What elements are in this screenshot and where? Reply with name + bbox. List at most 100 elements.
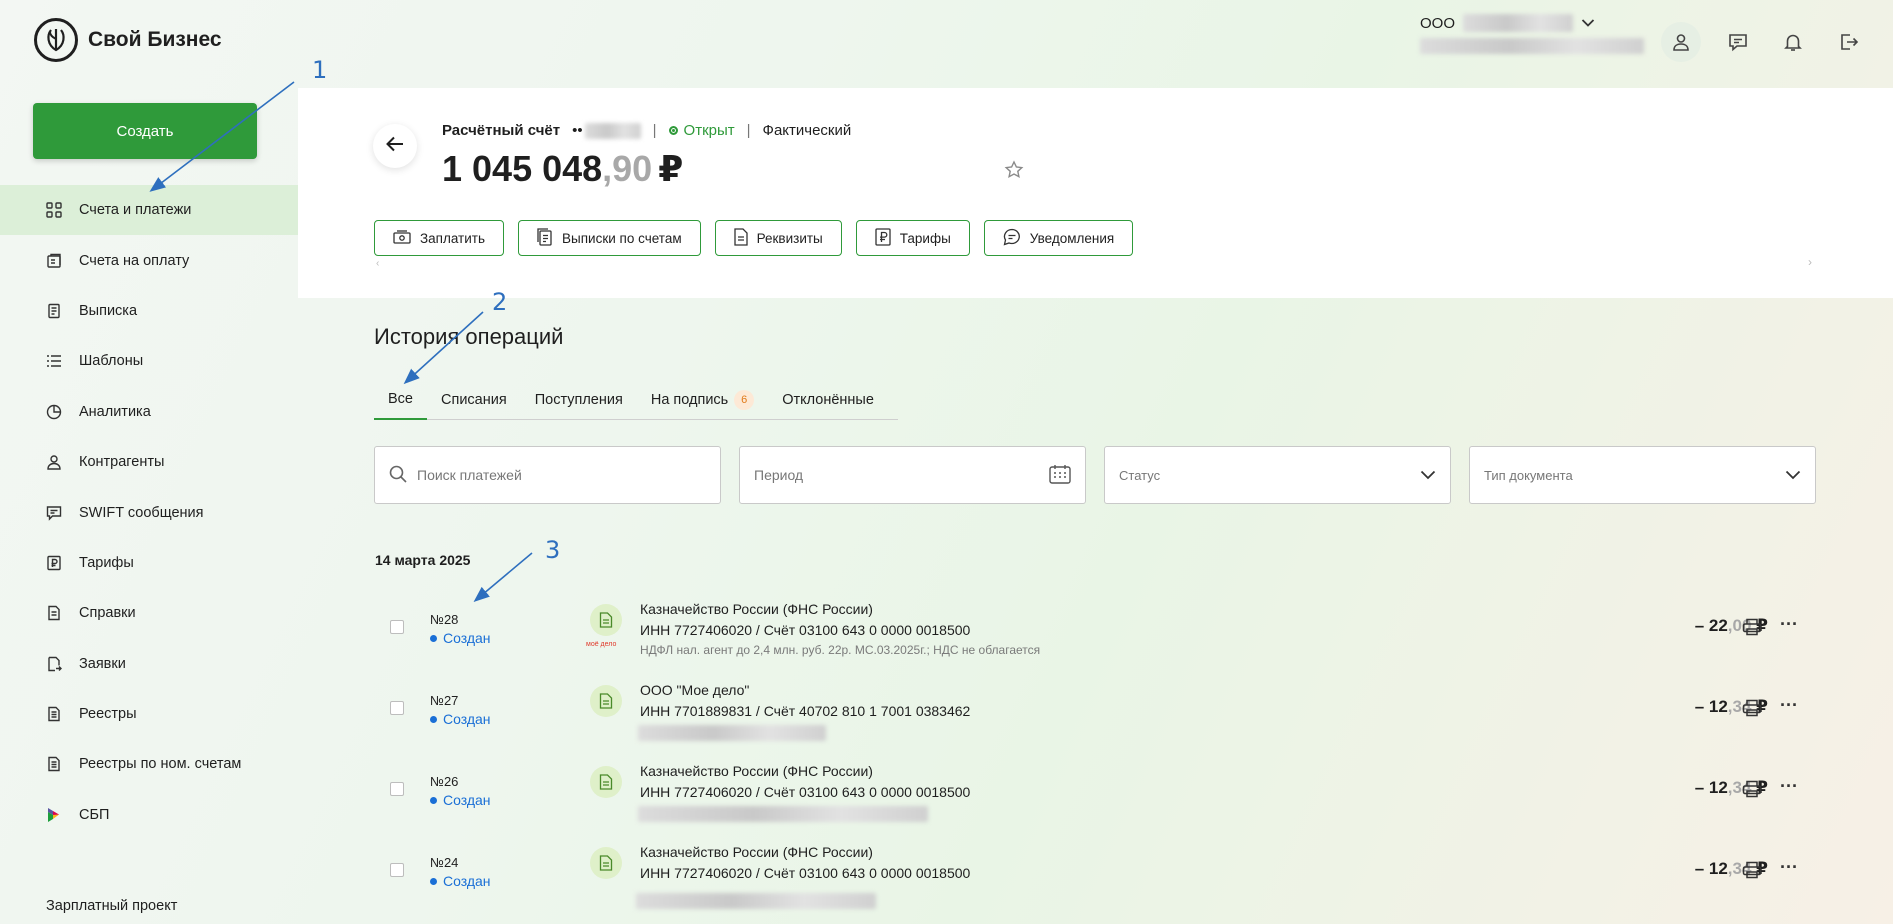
- status-label: Создан: [443, 792, 491, 808]
- sidebar-item-salary-project[interactable]: Зарплатный проект: [46, 898, 177, 914]
- search-input[interactable]: Поиск платежей: [374, 446, 721, 504]
- search-placeholder: Поиск платежей: [417, 467, 522, 483]
- source-badge: моё дело: [586, 641, 617, 648]
- operation-status: Создан: [430, 792, 491, 808]
- organization-selector[interactable]: ООО: [1420, 14, 1644, 54]
- more-options-icon[interactable]: ···: [1780, 614, 1798, 635]
- operation-status: Создан: [430, 873, 491, 889]
- tab-debits[interactable]: Списания: [427, 380, 521, 420]
- chevron-down-icon: [1581, 15, 1595, 32]
- counterparty-name: Казначейство России (ФНС России): [640, 601, 873, 617]
- period-field[interactable]: Период: [739, 446, 1086, 504]
- tariffs-button[interactable]: Тарифы: [855, 220, 970, 256]
- more-options-icon[interactable]: ···: [1780, 857, 1798, 878]
- sidebar-item-nominal-registries[interactable]: Реестры по ном. счетам: [0, 739, 298, 789]
- document-icon: [590, 685, 622, 717]
- annotation-label-2: 2: [492, 288, 508, 316]
- more-options-icon[interactable]: ···: [1780, 695, 1798, 716]
- tab-credits[interactable]: Поступления: [521, 380, 637, 420]
- status-placeholder: Статус: [1119, 467, 1161, 483]
- sidebar-item-counterparties[interactable]: Контрагенты: [0, 437, 298, 487]
- operation-row[interactable]: №26 Создан Казначейство России (ФНС Росс…: [374, 754, 1814, 835]
- printer-icon[interactable]: [1742, 618, 1762, 641]
- sidebar-item-sbp[interactable]: СБП: [0, 790, 298, 840]
- operation-row[interactable]: №24 Создан Казначейство России (ФНС Росс…: [374, 835, 1814, 916]
- document-icon: [590, 766, 622, 798]
- pay-button[interactable]: Заплатить: [374, 220, 505, 256]
- doctype-placeholder: Тип документа: [1484, 467, 1573, 483]
- document-icon: [45, 604, 63, 622]
- sidebar-item-label: Выписка: [79, 302, 138, 319]
- tariffs-button-label: Тарифы: [899, 230, 951, 246]
- sidebar-item-label: Тарифы: [79, 554, 134, 571]
- sidebar-item-swift[interactable]: SWIFT сообщения: [0, 487, 298, 537]
- status-dot-icon: [668, 126, 678, 135]
- operation-number: №27: [430, 693, 459, 708]
- org-name-redacted: [1463, 14, 1574, 32]
- row-checkbox[interactable]: [390, 863, 404, 877]
- request-icon: [45, 655, 63, 673]
- sidebar-item-accounts-payments[interactable]: Счета и платежи: [0, 185, 298, 236]
- status-dot-icon: [430, 877, 437, 885]
- operation-row[interactable]: №27 Создан ООО "Мое дело" ИНН 7701889831…: [374, 673, 1814, 754]
- brand-logo[interactable]: Свой Бизнес: [34, 18, 222, 62]
- sidebar-item-invoices[interactable]: Счета на оплату: [0, 235, 298, 285]
- chat-icon[interactable]: [1718, 22, 1758, 62]
- list-icon: [45, 352, 63, 370]
- tab-label: Списания: [441, 392, 507, 408]
- arrow-left-icon: [386, 136, 404, 157]
- tab-to-sign[interactable]: На подпись 6: [637, 380, 768, 420]
- counterparty-name: ООО "Мое дело": [640, 682, 750, 698]
- filters-bar: Поиск платежей Период Статус Тип докумен…: [374, 446, 1816, 504]
- scroll-left-icon[interactable]: ‹: [376, 258, 379, 269]
- balance-main: 1 045 048: [442, 148, 603, 189]
- profile-icon[interactable]: [1661, 22, 1701, 62]
- tab-all[interactable]: Все: [374, 380, 427, 420]
- sidebar: Свой Бизнес Создать Счета и платежи Счет…: [0, 0, 298, 924]
- status-label: Создан: [443, 873, 491, 889]
- logout-icon[interactable]: [1829, 22, 1869, 62]
- notifications-button[interactable]: Уведомления: [983, 220, 1134, 256]
- message-icon: [45, 504, 63, 522]
- favorite-star-icon[interactable]: [1004, 160, 1024, 185]
- printer-icon[interactable]: [1742, 699, 1762, 722]
- status-select[interactable]: Статус: [1104, 446, 1451, 504]
- more-options-icon[interactable]: ···: [1780, 776, 1798, 797]
- status-label: Создан: [443, 711, 491, 727]
- row-checkbox[interactable]: [390, 701, 404, 715]
- bell-icon[interactable]: [1773, 22, 1813, 62]
- operation-row[interactable]: №28 Создан моё дело Казначейство России …: [374, 592, 1814, 673]
- history-tabs: Все Списания Поступления На подпись 6 Отк…: [374, 380, 898, 420]
- printer-icon[interactable]: [1742, 780, 1762, 803]
- tab-rejected[interactable]: Отклонённые: [768, 380, 888, 420]
- scroll-right-icon[interactable]: ›: [1808, 255, 1812, 269]
- count-badge: 6: [734, 390, 755, 410]
- create-button[interactable]: Создать: [33, 103, 257, 159]
- sidebar-item-registries[interactable]: Реестры: [0, 689, 298, 739]
- sidebar-item-analytics[interactable]: Аналитика: [0, 387, 298, 437]
- row-checkbox[interactable]: [390, 782, 404, 796]
- status-dot-icon: [430, 634, 437, 642]
- status-label: Создан: [443, 630, 491, 646]
- sbp-icon: [45, 806, 63, 824]
- requisites-icon: [733, 227, 748, 249]
- divider: |: [652, 122, 657, 139]
- printer-icon[interactable]: [1742, 861, 1762, 884]
- requisites-button[interactable]: Реквизиты: [714, 220, 842, 256]
- calendar-icon[interactable]: [1049, 464, 1071, 487]
- sidebar-item-templates[interactable]: Шаблоны: [0, 336, 298, 386]
- counterparty-details: ИНН 7727406020 / Счёт 03100 643 0 0000 0…: [640, 865, 971, 881]
- sidebar-item-certificates[interactable]: Справки: [0, 588, 298, 638]
- row-checkbox[interactable]: [390, 620, 404, 634]
- back-button[interactable]: [373, 124, 417, 168]
- annotation-label-1: 1: [312, 56, 328, 84]
- counterparty-details: ИНН 7727406020 / Счёт 03100 643 0 0000 0…: [640, 622, 971, 638]
- sidebar-item-tariffs[interactable]: Тарифы: [0, 538, 298, 588]
- sidebar-item-statement[interactable]: Выписка: [0, 286, 298, 336]
- statements-button[interactable]: Выписки по счетам: [518, 220, 701, 256]
- sidebar-item-label: Заявки: [79, 655, 126, 672]
- sidebar-item-requests[interactable]: Заявки: [0, 639, 298, 689]
- counterparty-details: ИНН 7701889831 / Счёт 40702 810 1 7001 0…: [640, 703, 971, 719]
- balance-type: Фактический: [762, 122, 852, 139]
- document-type-select[interactable]: Тип документа: [1469, 446, 1816, 504]
